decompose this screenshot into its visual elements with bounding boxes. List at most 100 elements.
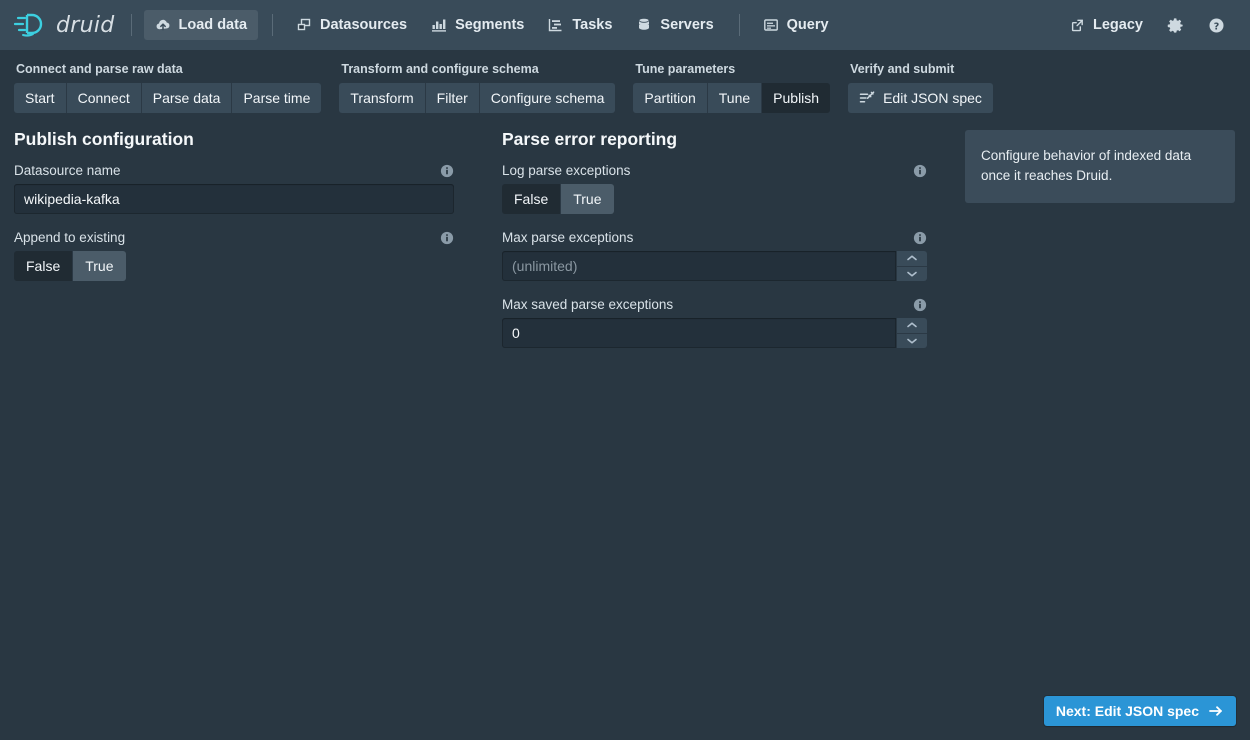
nav-item-tasks-label: Tasks [572, 17, 612, 33]
nav-item-segments[interactable]: Segments [420, 10, 535, 40]
max-parse-exceptions-input[interactable] [502, 251, 896, 281]
step-button-configure-schema[interactable]: Configure schema [480, 83, 616, 113]
parse-error-reporting-section: Parse error reporting Log parse exceptio… [502, 124, 927, 364]
arrow-right-icon [1208, 703, 1224, 719]
main-content: Publish configuration Datasource name Ap… [0, 124, 1250, 364]
navbar-divider-3 [739, 14, 740, 36]
field-datasource-name: Datasource name [14, 163, 454, 214]
step-button-connect[interactable]: Connect [67, 83, 142, 113]
navbar-right-group: Legacy ? [1059, 0, 1238, 50]
wizard-step-bar: Connect and parse raw data Start Connect… [0, 50, 1250, 124]
nav-item-load-data[interactable]: Load data [144, 10, 258, 40]
nav-item-datasources[interactable]: Datasources [285, 10, 418, 40]
multi-select-icon [296, 17, 312, 33]
info-sign-icon[interactable] [440, 164, 454, 178]
nav-item-load-data-label: Load data [179, 17, 247, 33]
nav-item-servers[interactable]: Servers [625, 10, 724, 40]
properties-icon [859, 90, 875, 106]
step-group-verify-submit-title: Verify and submit [850, 62, 993, 76]
log-parse-exceptions-toggle: False True [502, 184, 927, 214]
info-sign-icon[interactable] [913, 298, 927, 312]
step-button-parse-data[interactable]: Parse data [142, 83, 233, 113]
field-max-saved-parse-exceptions: Max saved parse exceptions [502, 297, 927, 348]
datasource-name-input[interactable] [14, 184, 454, 214]
nav-item-legacy-label: Legacy [1093, 17, 1143, 33]
step-group-tune-parameters-title: Tune parameters [635, 62, 830, 76]
log-parse-exceptions-false[interactable]: False [502, 184, 561, 214]
edit-json-spec-button[interactable]: Edit JSON spec [848, 83, 993, 113]
nav-item-segments-label: Segments [455, 17, 524, 33]
field-log-parse-exceptions-label-row: Log parse exceptions [502, 163, 927, 178]
chevron-down-icon [906, 270, 918, 278]
settings-button[interactable] [1156, 10, 1195, 40]
step-group-transform-schema: Transform and configure schema Transform… [339, 62, 615, 113]
nav-item-query[interactable]: Query [752, 10, 840, 40]
nav-item-datasources-label: Datasources [320, 17, 407, 33]
nav-item-legacy[interactable]: Legacy [1059, 10, 1154, 40]
max-parse-exceptions-increment[interactable] [897, 251, 927, 267]
console-icon [763, 17, 779, 33]
step-group-connect-parse-title: Connect and parse raw data [16, 62, 321, 76]
chevron-up-icon [906, 254, 918, 262]
max-saved-parse-exceptions-numeric [502, 318, 927, 348]
publish-configuration-section: Publish configuration Datasource name Ap… [14, 124, 454, 364]
info-panel: Configure behavior of indexed data once … [965, 130, 1235, 203]
field-max-saved-parse-exceptions-label-row: Max saved parse exceptions [502, 297, 927, 312]
field-max-parse-exceptions-label-row: Max parse exceptions [502, 230, 927, 245]
info-sign-icon[interactable] [440, 231, 454, 245]
max-parse-exceptions-numeric [502, 251, 927, 281]
step-group-connect-parse: Connect and parse raw data Start Connect… [14, 62, 321, 113]
field-max-saved-parse-exceptions-label: Max saved parse exceptions [502, 297, 673, 312]
help-info-column: Configure behavior of indexed data once … [965, 130, 1235, 203]
svg-text:?: ? [1214, 21, 1220, 32]
info-sign-icon[interactable] [913, 231, 927, 245]
field-datasource-name-label: Datasource name [14, 163, 121, 178]
help-button[interactable]: ? [1197, 10, 1236, 40]
edit-json-spec-label: Edit JSON spec [883, 90, 982, 106]
step-button-partition[interactable]: Partition [633, 83, 707, 113]
field-max-parse-exceptions-label: Max parse exceptions [502, 230, 633, 245]
druid-logo[interactable]: druid [14, 11, 119, 39]
step-button-publish[interactable]: Publish [762, 83, 830, 113]
druid-logo-text: druid [56, 13, 115, 38]
top-navbar: druid Load data Datasources [0, 0, 1250, 50]
druid-logo-mark [14, 11, 48, 39]
step-button-filter[interactable]: Filter [426, 83, 480, 113]
append-to-existing-true[interactable]: True [73, 251, 125, 281]
cloud-upload-icon [155, 17, 171, 33]
field-append-to-existing: Append to existing False True [14, 230, 454, 281]
parse-error-reporting-title: Parse error reporting [502, 129, 927, 150]
gear-icon [1167, 17, 1184, 34]
next-step-button[interactable]: Next: Edit JSON spec [1044, 696, 1236, 726]
next-step-label: Next: Edit JSON spec [1056, 703, 1199, 719]
chevron-down-icon [906, 337, 918, 345]
max-parse-exceptions-stepper [897, 251, 927, 281]
step-button-transform[interactable]: Transform [339, 83, 425, 113]
step-buttons-transform-schema: Transform Filter Configure schema [339, 83, 615, 113]
navbar-left-group: druid Load data Datasources [14, 0, 842, 50]
navbar-divider-2 [272, 14, 273, 36]
max-saved-parse-exceptions-input[interactable] [502, 318, 896, 348]
help-circle-icon: ? [1208, 17, 1225, 34]
max-parse-exceptions-decrement[interactable] [897, 267, 927, 282]
info-panel-text: Configure behavior of indexed data once … [981, 148, 1191, 183]
step-button-parse-time[interactable]: Parse time [232, 83, 321, 113]
publish-configuration-title: Publish configuration [14, 129, 454, 150]
nav-item-query-label: Query [787, 17, 829, 33]
field-append-to-existing-label-row: Append to existing [14, 230, 454, 245]
max-saved-parse-exceptions-stepper [897, 318, 927, 348]
database-icon [636, 17, 652, 33]
nav-item-tasks[interactable]: Tasks [537, 10, 623, 40]
max-saved-parse-exceptions-decrement[interactable] [897, 334, 927, 349]
info-sign-icon[interactable] [913, 164, 927, 178]
external-link-icon [1070, 18, 1085, 33]
step-button-start[interactable]: Start [14, 83, 67, 113]
navbar-divider-1 [131, 14, 132, 36]
max-saved-parse-exceptions-increment[interactable] [897, 318, 927, 334]
step-group-transform-schema-title: Transform and configure schema [341, 62, 615, 76]
step-group-tune-parameters: Tune parameters Partition Tune Publish [633, 62, 830, 113]
step-button-tune[interactable]: Tune [708, 83, 762, 113]
log-parse-exceptions-true[interactable]: True [561, 184, 613, 214]
field-datasource-name-label-row: Datasource name [14, 163, 454, 178]
append-to-existing-false[interactable]: False [14, 251, 73, 281]
